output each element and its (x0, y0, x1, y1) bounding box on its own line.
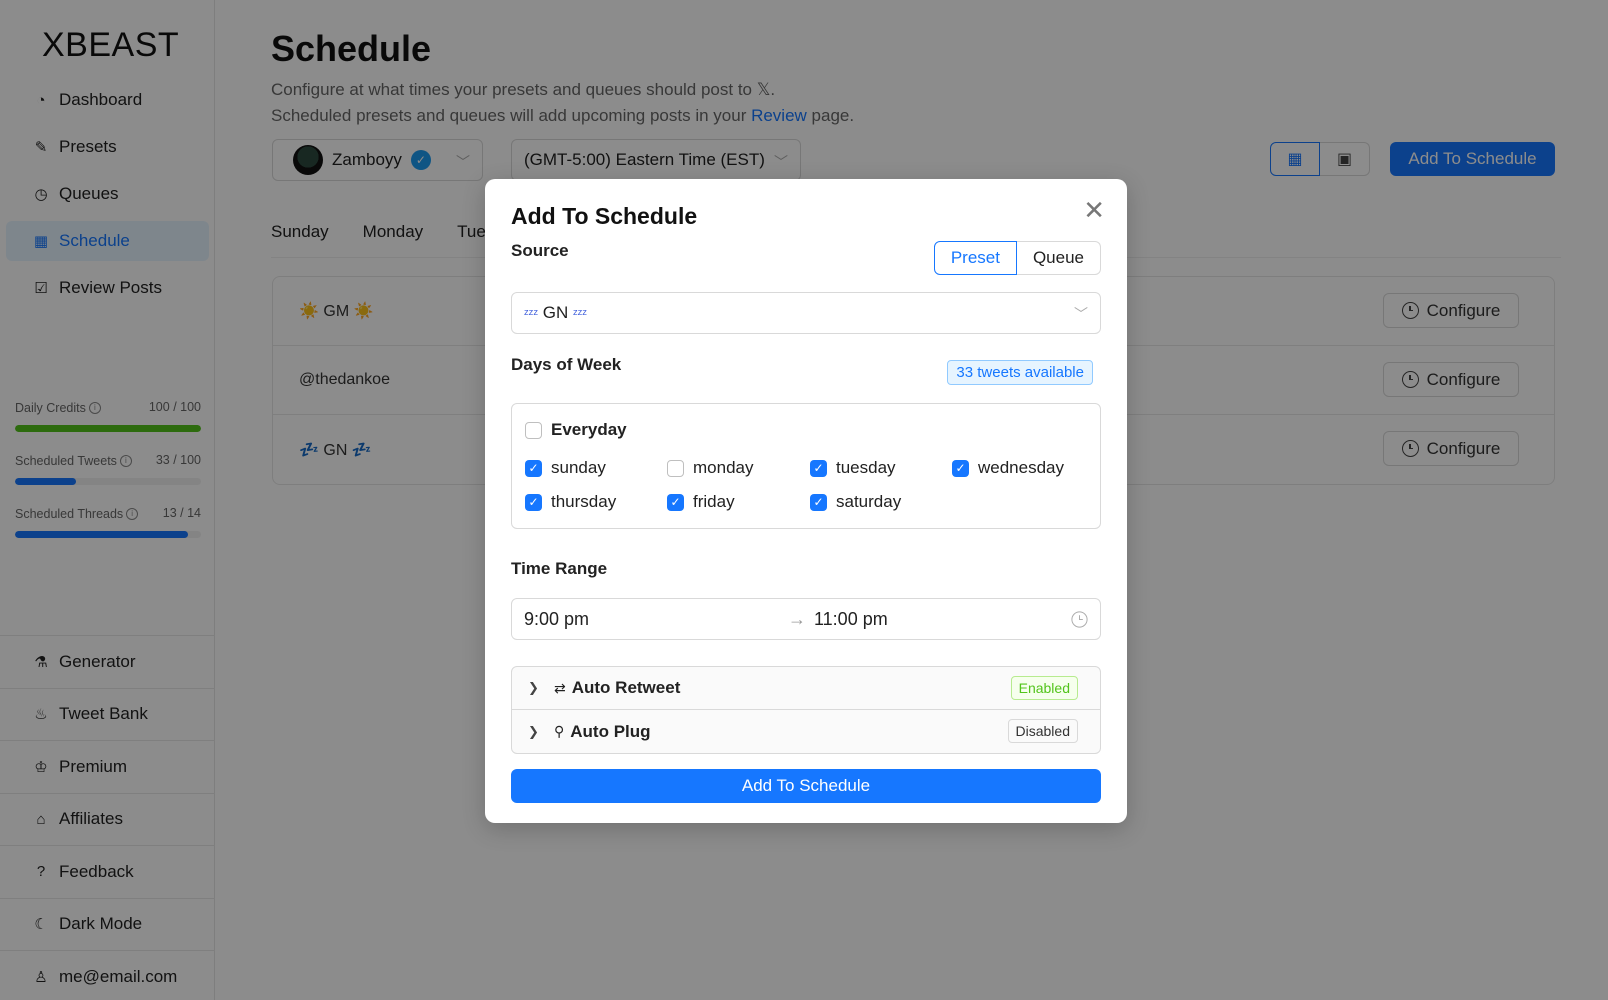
retweet-icon: ⇄ (554, 679, 566, 696)
check-icon: ✓ (525, 493, 542, 511)
saturday-checkbox[interactable]: ✓ saturday (810, 492, 901, 512)
checkbox-label: wednesday (978, 458, 1065, 477)
source-preset-button[interactable]: Preset (933, 241, 1017, 275)
check-icon: ✓ (952, 459, 969, 477)
time-start-input[interactable]: 9:00 pm (524, 609, 589, 630)
check-icon: ✓ (525, 459, 542, 477)
submit-add-to-schedule-button[interactable]: Add To Schedule (511, 769, 1101, 803)
tweets-available-badge: 33 tweets available (947, 360, 1093, 385)
sleep-icon: ᶻᶻᶻ (572, 305, 587, 321)
chevron-down-icon: ﹀ (1074, 306, 1088, 322)
check-icon: ✓ (667, 493, 684, 511)
thursday-checkbox[interactable]: ✓ thursday (525, 492, 616, 512)
source-select[interactable]: ᶻᶻᶻ GN ᶻᶻᶻ ﹀ (511, 292, 1101, 334)
time-end-input[interactable]: 11:00 pm (814, 609, 888, 630)
chevron-right-icon: ❯ (528, 680, 539, 695)
checkbox-label: tuesday (836, 458, 896, 477)
panel-title: Auto Retweet (571, 678, 681, 697)
source-toggle: Preset Queue (933, 241, 1101, 275)
add-to-schedule-modal: Add To Schedule ✕ Source Preset Queue ᶻᶻ… (485, 179, 1127, 823)
checkbox-box (667, 459, 684, 477)
checkbox-label: saturday (836, 492, 902, 511)
check-icon: ✓ (810, 459, 827, 477)
checkbox-box (525, 421, 542, 439)
source-queue-button[interactable]: Queue (1016, 241, 1101, 275)
checkbox-label: friday (693, 492, 735, 511)
checkbox-label: sunday (551, 458, 606, 477)
close-icon[interactable]: ✕ (1083, 197, 1105, 223)
days-label: Days of Week (511, 355, 622, 374)
everyday-checkbox[interactable]: Everyday (525, 420, 627, 440)
status-badge: Disabled (1007, 719, 1078, 743)
modal-title: Add To Schedule (511, 203, 698, 229)
source-value: GN (542, 303, 569, 322)
plug-icon: ⚲ (554, 723, 565, 739)
clock-icon (1071, 611, 1088, 628)
days-of-week-group: Everyday ✓ sunday monday ✓ tuesday ✓ wed… (511, 403, 1101, 529)
time-range-label: Time Range (511, 559, 608, 578)
auto-retweet-panel-header[interactable]: ❯ ⇄ Auto Retweet Enabled (512, 667, 1100, 710)
monday-checkbox[interactable]: monday (667, 458, 753, 478)
checkbox-label: thursday (551, 492, 617, 511)
status-badge: Enabled (1010, 676, 1078, 700)
auto-plug-panel-header[interactable]: ❯ ⚲ Auto Plug Disabled (512, 710, 1100, 753)
checkbox-label: Everyday (551, 420, 627, 439)
chevron-right-icon: ❯ (528, 723, 539, 739)
tuesday-checkbox[interactable]: ✓ tuesday (810, 458, 896, 478)
sleep-icon: ᶻᶻᶻ (524, 305, 538, 321)
time-range-picker[interactable]: 9:00 pm → 11:00 pm (511, 598, 1101, 640)
sunday-checkbox[interactable]: ✓ sunday (525, 458, 606, 478)
wednesday-checkbox[interactable]: ✓ wednesday (952, 458, 1064, 478)
friday-checkbox[interactable]: ✓ friday (667, 492, 735, 512)
source-label: Source (511, 241, 569, 260)
check-icon: ✓ (810, 493, 827, 511)
arrow-right-icon: → (788, 609, 806, 629)
options-collapse: ❯ ⇄ Auto Retweet Enabled ❯ ⚲ Auto Plug D… (511, 666, 1101, 754)
checkbox-label: monday (693, 458, 754, 477)
panel-title: Auto Plug (570, 721, 651, 741)
